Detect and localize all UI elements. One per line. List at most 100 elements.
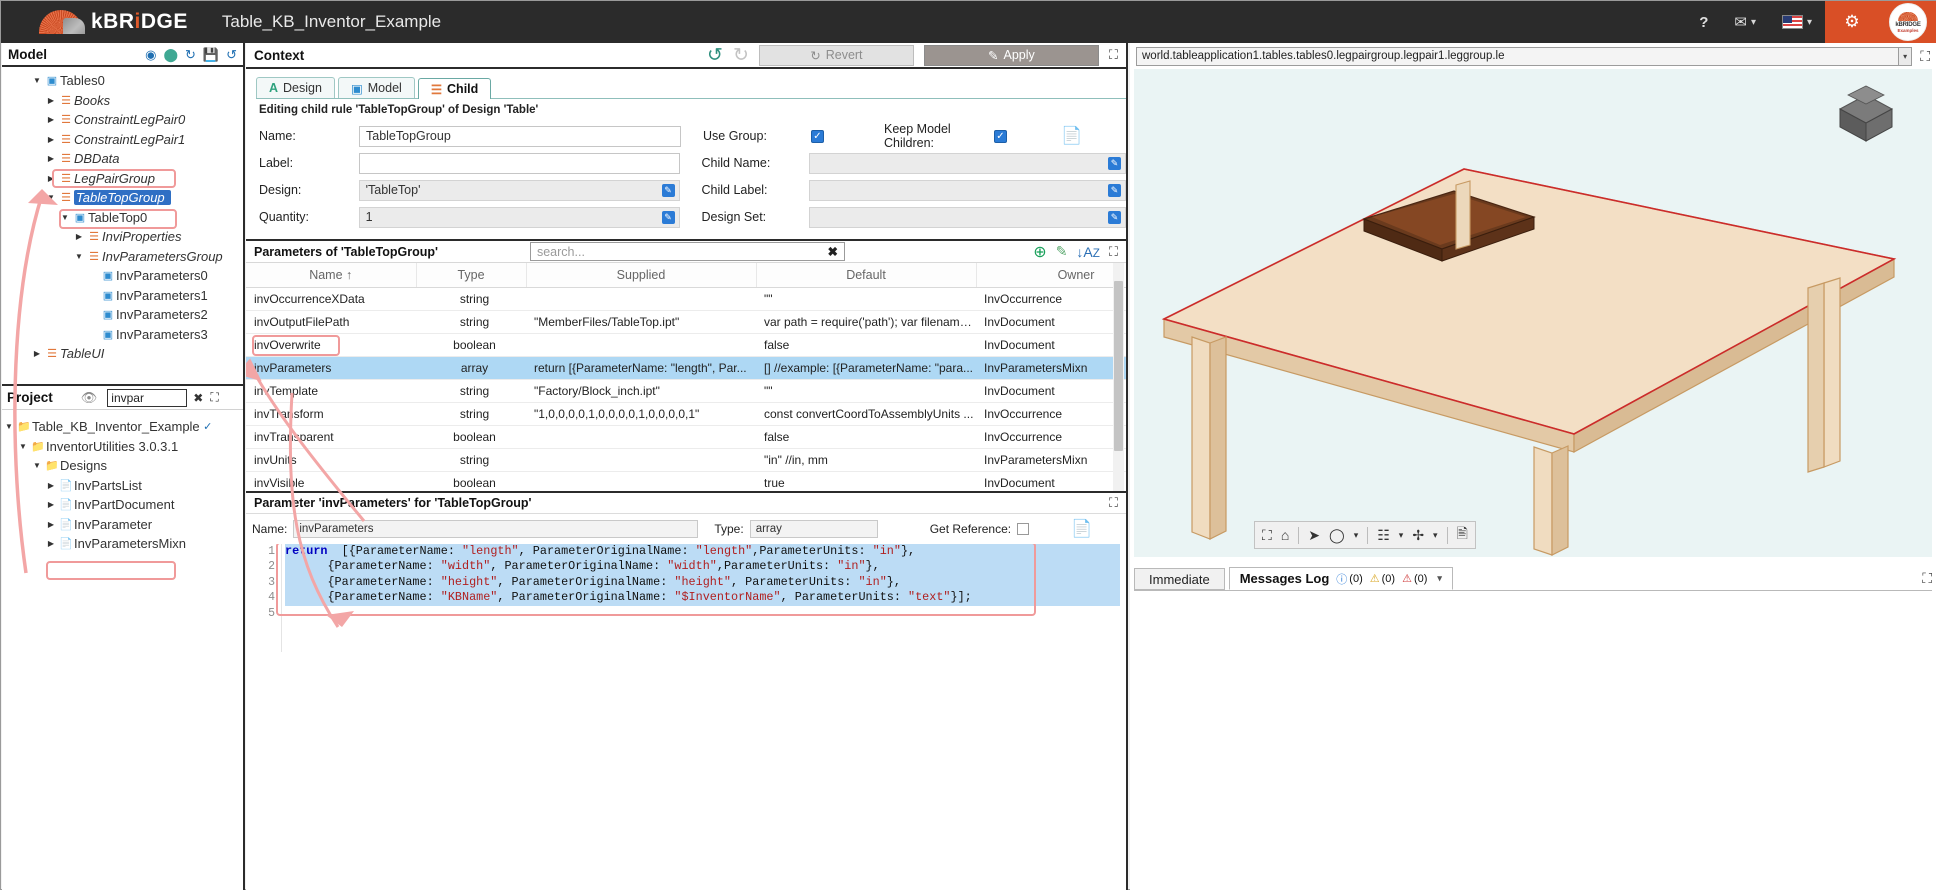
scrollbar-thumb[interactable] xyxy=(1114,281,1123,451)
editor-code[interactable]: return [{ParameterName: "length", Parame… xyxy=(285,544,1120,621)
twisty-icon[interactable]: ▶ xyxy=(44,520,58,529)
edit-pencil-icon[interactable]: ✎ xyxy=(661,210,675,224)
parameters-scrollbar[interactable] xyxy=(1113,263,1124,491)
table-row[interactable]: invVisible boolean true InvDocument xyxy=(246,471,1126,491)
expand-context-icon[interactable]: ⛶ xyxy=(1109,47,1118,63)
project-search-input[interactable] xyxy=(107,388,188,407)
label-input[interactable] xyxy=(358,152,680,174)
immediate-button[interactable]: Immediate xyxy=(1134,568,1225,590)
layers-caret-icon[interactable]: ▾ xyxy=(1399,530,1404,541)
eye-slash-icon[interactable]: 👁 xyxy=(81,390,98,406)
pin-caret-icon[interactable]: ▾ xyxy=(1433,530,1438,541)
save-icon[interactable]: 💾 xyxy=(203,48,219,61)
tree-item[interactable]: ▣ InvParameters1 xyxy=(2,286,243,306)
sync-icon[interactable]: ↺ xyxy=(226,48,237,61)
model-tree[interactable]: ▼ ▣ Tables0 ▶ ☰ Books ▶ ☰ ConstraintLegPair0 ▶ ☰ Co… xyxy=(2,67,243,364)
tree-item[interactable]: ▶ ☰ ConstraintLegPair0 xyxy=(2,110,243,130)
tab-design[interactable]: A Design xyxy=(256,77,335,98)
tree-item[interactable]: ▼ ▣ Tables0 xyxy=(2,71,243,91)
twisty-icon[interactable]: ▼ xyxy=(44,193,58,202)
expand-messages-icon[interactable]: ⛶ xyxy=(1922,570,1932,590)
child-name-input[interactable]: ✎ xyxy=(809,152,1127,174)
twisty-icon[interactable]: ▶ xyxy=(44,174,58,183)
apply-button[interactable]: ✎ Apply xyxy=(923,44,1099,66)
tree-item[interactable]: ▶ ☰ Books xyxy=(2,91,243,111)
tree-item[interactable]: ▼ 📁 InventorUtilities 3.0.3.1 xyxy=(2,437,243,457)
param-name-input[interactable]: invParameters xyxy=(293,519,699,538)
sort-az-icon[interactable]: ↓AZ xyxy=(1076,244,1099,260)
expand-viewport-icon[interactable]: ⛶ xyxy=(1920,48,1930,65)
fit-icon[interactable]: ⛶ xyxy=(1262,527,1272,544)
mail-menu[interactable]: ✉ ▾ xyxy=(1721,1,1769,43)
twisty-icon[interactable]: ▼ xyxy=(16,442,30,451)
use-group-checkbox[interactable]: ✓ xyxy=(811,129,824,143)
edit-pencil-icon[interactable]: ✎ xyxy=(661,183,675,197)
settings-gear-button[interactable]: ⚙ xyxy=(1825,1,1879,43)
tree-item[interactable]: ▼ ☰ TableTopGroup xyxy=(2,188,243,208)
parameters-search-input[interactable]: search... ✖ xyxy=(529,242,845,261)
col-header-type[interactable]: Type xyxy=(416,263,527,288)
view-cube-icon[interactable] xyxy=(1830,81,1902,152)
breadcrumb-dropdown-icon[interactable]: ▾ xyxy=(1899,46,1913,66)
refresh-icon[interactable]: ↻ xyxy=(185,48,196,61)
expand-parameters-icon[interactable]: ⛶ xyxy=(1109,244,1118,260)
twisty-icon[interactable]: ▶ xyxy=(72,232,86,241)
3d-viewport[interactable]: ⛶ ⌂ ➤ ◯ ▾ ☷ ▾ ✢ ▾ 🖹 xyxy=(1134,69,1932,557)
expand-project-icon[interactable]: ⛶ xyxy=(210,390,218,405)
tab-model[interactable]: ▣ Model xyxy=(337,77,415,98)
twisty-icon[interactable]: ▶ xyxy=(44,481,58,490)
tree-item[interactable]: ▶ 📄 InvPartsList xyxy=(2,476,243,496)
twisty-icon[interactable]: ▼ xyxy=(2,422,16,431)
code-editor[interactable]: 12345 return [{ParameterName: "length", … xyxy=(252,544,1120,652)
twisty-icon[interactable]: ▼ xyxy=(58,213,72,222)
chevron-down-icon[interactable]: ▾ xyxy=(1437,573,1442,584)
table-row[interactable]: invParameters array return [{ParameterName… xyxy=(246,356,1126,380)
tree-item[interactable]: ▼ ☰ InvParametersGroup xyxy=(2,247,243,267)
orbit-caret-icon[interactable]: ▾ xyxy=(1354,530,1359,541)
col-header-owner[interactable]: Owner xyxy=(976,263,1126,288)
edit-pencil-icon[interactable]: ✎ xyxy=(1108,183,1122,197)
twisty-icon[interactable]: ▼ xyxy=(72,252,86,261)
table-row[interactable]: invOverwrite boolean false InvDocument xyxy=(246,333,1126,357)
document-icon[interactable]: 📄 xyxy=(1071,519,1092,539)
tree-item[interactable]: ▣ InvParameters2 xyxy=(2,305,243,325)
help-icon[interactable]: ? xyxy=(1686,1,1721,43)
tree-item[interactable]: ▶ ☰ ConstraintLegPair1 xyxy=(2,130,243,150)
language-menu[interactable]: ▾ xyxy=(1769,1,1825,43)
tree-item[interactable]: ▼ ✓ 📁 Table_KB_Inventor_Example xyxy=(2,417,243,437)
layers-icon[interactable]: ☷ xyxy=(1377,527,1390,544)
erase-icon[interactable]: ✎ xyxy=(1056,243,1068,260)
tree-item[interactable]: ▣ InvParameters0 xyxy=(2,266,243,286)
tab-child[interactable]: ☰ Child xyxy=(417,78,492,99)
edit-pencil-icon[interactable]: ✎ xyxy=(1108,156,1122,170)
table-row[interactable]: invUnits string "in" //in, mm InvParameters… xyxy=(246,448,1126,472)
name-input[interactable]: TableTopGroup xyxy=(359,125,681,147)
edit-pencil-icon[interactable]: ✎ xyxy=(1108,210,1122,224)
add-parameter-icon[interactable]: ⊕ xyxy=(1033,242,1046,262)
undo-icon[interactable]: ↺ xyxy=(707,46,723,65)
tree-item[interactable]: ▣ InvParameters3 xyxy=(2,325,243,345)
keep-model-children-checkbox[interactable]: ✓ xyxy=(994,129,1007,143)
twisty-icon[interactable]: ▶ xyxy=(44,500,58,509)
play-icon[interactable]: ◉ xyxy=(145,48,156,61)
col-header-default[interactable]: Default xyxy=(756,263,977,288)
table-row[interactable]: invOccurrenceXData string "" InvOccurrence xyxy=(246,287,1126,311)
tree-item[interactable]: ▶ 📄 InvPartDocument xyxy=(2,495,243,515)
twisty-icon[interactable]: ▶ xyxy=(30,349,44,358)
expand-editor-icon[interactable]: ⛶ xyxy=(1109,495,1118,511)
design-input[interactable]: 'TableTop' ✎ xyxy=(358,179,680,201)
table-row[interactable]: invOutputFilePath string "MemberFiles/Tabl… xyxy=(246,310,1126,334)
home-icon[interactable]: ⌂ xyxy=(1281,527,1289,543)
twisty-icon[interactable]: ▼ xyxy=(30,76,44,85)
record-icon[interactable]: ⬤ xyxy=(163,48,178,61)
viewport-breadcrumb[interactable]: world.tableapplication1.tables.tables0.l… xyxy=(1136,46,1900,66)
table-row[interactable]: invTransform string "1,0,0,0,0,1,0,0,0,0,1… xyxy=(246,402,1126,426)
clear-search-icon[interactable]: ✖ xyxy=(193,391,203,405)
twisty-icon[interactable]: ▶ xyxy=(44,96,58,105)
twisty-icon[interactable]: ▶ xyxy=(44,115,58,124)
select-arrow-icon[interactable]: ➤ xyxy=(1308,527,1320,544)
tree-item[interactable]: ▶ ☰ InviProperties xyxy=(2,227,243,247)
quantity-input[interactable]: 1 ✎ xyxy=(358,206,680,228)
table-row[interactable]: invTransparent boolean false InvOccurrence xyxy=(246,425,1126,449)
param-type-input[interactable]: array xyxy=(749,519,878,538)
